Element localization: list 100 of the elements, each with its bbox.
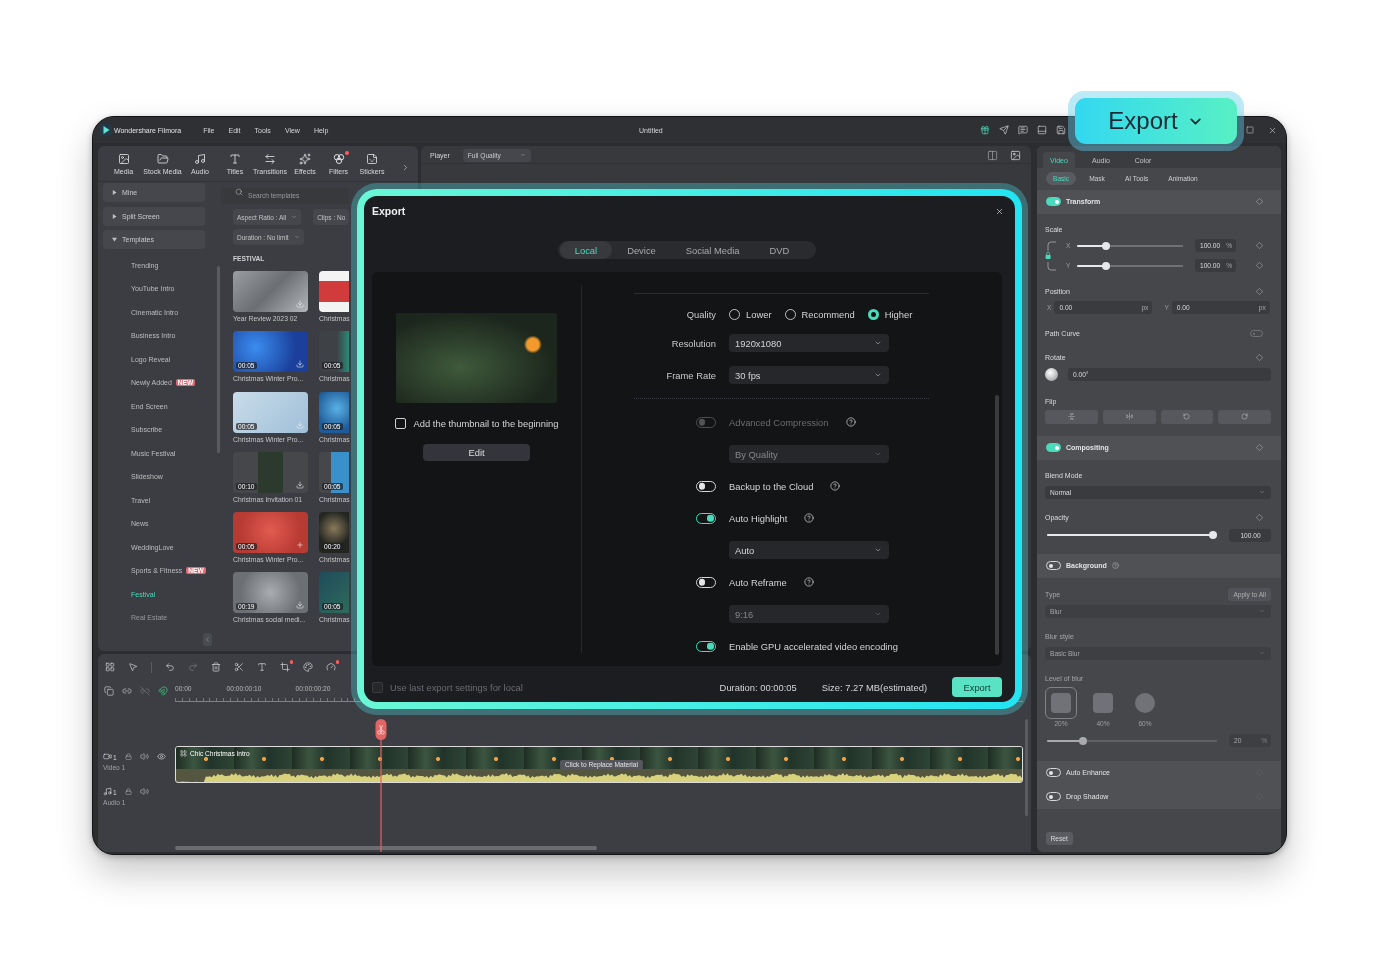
undo-icon[interactable]: [165, 662, 175, 672]
flip-button[interactable]: [1160, 409, 1214, 424]
export-tab[interactable]: DVD: [754, 241, 805, 259]
export-tab[interactable]: Local: [559, 241, 613, 259]
palette-icon[interactable]: [303, 662, 313, 672]
template-thumbnail[interactable]: [233, 271, 308, 312]
trash-icon[interactable]: [211, 662, 221, 672]
message-icon[interactable]: [1018, 125, 1028, 135]
help-icon[interactable]: [804, 513, 815, 523]
close-icon[interactable]: [1268, 125, 1277, 135]
app-logo: [100, 124, 112, 136]
keyframe-diamond-icon[interactable]: [1256, 514, 1263, 521]
resolution-dropdown[interactable]: 1920x1080: [729, 334, 889, 352]
send-icon[interactable]: [999, 125, 1009, 135]
copy-icon[interactable]: [104, 686, 114, 696]
blur-preview-icon: [1051, 692, 1071, 713]
columns-icon[interactable]: [987, 149, 998, 161]
checkbox-label: Add the thumbnail to the beginning: [413, 417, 559, 429]
option-label: Auto Reframe: [729, 576, 787, 588]
option-label: Lower: [746, 308, 772, 320]
maximize-icon[interactable]: [1246, 126, 1254, 134]
eye-icon[interactable]: [156, 752, 166, 761]
setting-label: Quality: [686, 308, 716, 320]
chevron-right-icon[interactable]: [401, 163, 410, 172]
download-icon[interactable]: [296, 601, 304, 610]
collapse-button[interactable]: [203, 632, 212, 646]
flip-button[interactable]: [1102, 409, 1156, 424]
template-thumbnail[interactable]: [319, 271, 349, 312]
keyframe-diamond-icon[interactable]: [1256, 288, 1263, 295]
slider-handle[interactable]: [1102, 261, 1111, 270]
rotate-right-icon: [1241, 413, 1249, 420]
keyframe-diamond-icon[interactable]: [1256, 262, 1263, 269]
keyframe-diamond-icon[interactable]: [1256, 353, 1263, 361]
toggle-switch[interactable]: [1046, 197, 1061, 206]
download-icon[interactable]: [296, 360, 304, 369]
speaker-icon[interactable]: [139, 752, 149, 761]
crop-icon[interactable]: [280, 662, 290, 672]
lock-link-icon[interactable]: [1045, 238, 1057, 273]
slider-handle[interactable]: [1102, 241, 1111, 250]
keyframe-diamond-icon[interactable]: [1256, 242, 1263, 249]
blur-option[interactable]: [1045, 686, 1077, 719]
video-camera-icon: [103, 752, 112, 761]
flip-button[interactable]: [1218, 409, 1271, 424]
help-icon[interactable]: [803, 577, 814, 587]
sticker-icon: [366, 153, 378, 165]
chevron-down-icon: [874, 339, 882, 347]
slider-handle[interactable]: [1079, 736, 1088, 745]
scrollbar[interactable]: [995, 395, 999, 655]
edit-button[interactable]: Edit: [423, 444, 530, 461]
rotate-dial[interactable]: [1045, 368, 1058, 381]
lock-icon[interactable]: [124, 753, 132, 760]
magnet-icon[interactable]: [158, 686, 168, 696]
option-label: Recommend: [801, 308, 855, 320]
help-icon[interactable]: [830, 481, 841, 491]
music-note-icon: [103, 787, 112, 796]
gauge-icon[interactable]: [326, 662, 336, 672]
chevron-down-icon: [874, 546, 882, 554]
keyframe-diamond-icon[interactable]: [1256, 198, 1263, 205]
download-icon[interactable]: [296, 480, 304, 489]
flip-horizontal-icon: [1125, 413, 1133, 420]
keyframe-diamond-icon[interactable]: [1256, 444, 1263, 451]
speaker-icon[interactable]: [139, 787, 149, 796]
playhead[interactable]: [375, 719, 387, 852]
option-label: Advanced Compression: [729, 416, 829, 428]
sparkle-icon: [299, 153, 311, 165]
grid-icon[interactable]: [105, 662, 115, 672]
checkbox-label: Use last export settings for local: [390, 681, 523, 693]
layout-icon[interactable]: [1037, 125, 1047, 135]
chevron-down-icon: [1259, 489, 1265, 496]
radio-button[interactable]: [867, 308, 879, 320]
size-text: Size: 7.27 MB(estimated): [821, 681, 927, 693]
scissors-icon[interactable]: [234, 662, 244, 672]
pointer-icon[interactable]: [128, 662, 138, 672]
dialog-title: Export: [372, 205, 406, 217]
close-icon[interactable]: [995, 206, 1004, 216]
gift-icon[interactable]: [980, 125, 990, 135]
chevron-down-icon: [874, 450, 882, 458]
image-icon[interactable]: [1010, 149, 1021, 161]
plus-icon[interactable]: [296, 541, 304, 550]
export-button[interactable]: Export: [1075, 98, 1237, 144]
lock-icon[interactable]: [124, 788, 132, 795]
export-tab[interactable]: Device: [612, 241, 671, 259]
export-button[interactable]: Export: [952, 677, 1002, 697]
scrollbar[interactable]: [175, 846, 597, 850]
link-icon[interactable]: [122, 686, 132, 696]
flip-button[interactable]: [1045, 409, 1098, 424]
option-label: Backup to the Cloud: [729, 480, 814, 492]
text-icon[interactable]: [257, 662, 267, 672]
slider-handle[interactable]: [1209, 531, 1217, 539]
save-icon[interactable]: [1056, 125, 1066, 135]
folder-icon: [156, 153, 169, 165]
help-icon[interactable]: [1111, 562, 1119, 569]
export-tab[interactable]: Social Media: [670, 241, 755, 259]
frame-rate-dropdown[interactable]: 30 fps: [729, 366, 889, 384]
setting-label: Frame Rate: [666, 369, 716, 381]
slider-track[interactable]: [1047, 531, 1217, 539]
dropdown[interactable]: Auto: [729, 541, 889, 559]
toggle-switch[interactable]: [1046, 443, 1061, 452]
option-label: Enable GPU accelerated video encoding: [729, 640, 898, 652]
blur-preview-icon: [1093, 692, 1113, 713]
